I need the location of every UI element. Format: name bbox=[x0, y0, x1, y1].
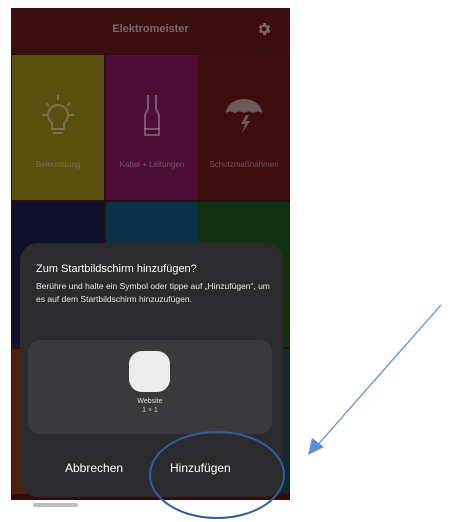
add-to-home-dialog: Zum Startbildschirm hinzufügen? Berühre … bbox=[20, 243, 283, 497]
dialog-title: Zum Startbildschirm hinzufügen? bbox=[36, 263, 197, 275]
add-button[interactable]: Hinzufügen bbox=[170, 461, 231, 475]
pointer-arrow-head bbox=[308, 438, 324, 455]
shortcut-name: Website bbox=[137, 398, 163, 405]
pointer-arrow-line bbox=[314, 304, 442, 449]
shortcut-size: 1 × 1 bbox=[142, 407, 158, 414]
dialog-body: Berühre und halte ein Symbol oder tippe … bbox=[36, 281, 270, 304]
shortcut-preview[interactable]: Website 1 × 1 bbox=[28, 340, 272, 434]
cancel-button[interactable]: Abbrechen bbox=[65, 461, 123, 475]
gesture-handle bbox=[33, 503, 78, 507]
website-app-icon[interactable] bbox=[129, 351, 170, 392]
